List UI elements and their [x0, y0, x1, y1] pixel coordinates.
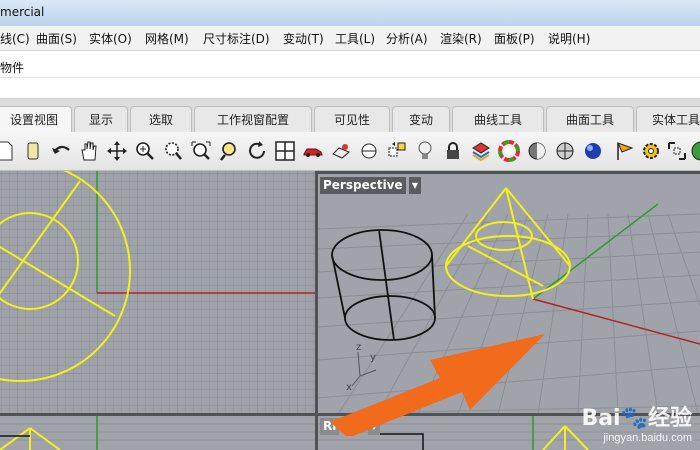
- command-input[interactable]: [0, 77, 700, 96]
- menu-render[interactable]: 渲染(R): [440, 30, 482, 47]
- tab-label: 曲面工具: [565, 113, 614, 127]
- menu-analyze[interactable]: 分析(A): [386, 30, 428, 47]
- menu-mesh[interactable]: 网格(M): [145, 30, 189, 47]
- tab-label: 可见性: [333, 113, 370, 127]
- rotate-icon[interactable]: [246, 140, 268, 162]
- tab-surface-tools[interactable]: 曲面工具: [546, 106, 634, 133]
- undo-icon[interactable]: [50, 140, 72, 162]
- tab-set-view[interactable]: 设置视图: [0, 106, 72, 133]
- pan-hand-icon[interactable]: [78, 140, 100, 162]
- window-title: mercial: [0, 5, 45, 19]
- tab-label: 工作视窗配置: [216, 113, 289, 127]
- command-area: 物件: [0, 51, 700, 99]
- grid-snap-icon[interactable]: [666, 140, 688, 162]
- top-viewport-canvas: [0, 171, 315, 413]
- viewport-area: z y x Perspective ▼ Ri ▼ Bai🐾经验 jin: [0, 171, 700, 450]
- viewport-target-icon[interactable]: [358, 140, 380, 162]
- tab-visibility[interactable]: 可见性: [314, 106, 390, 133]
- settings-gear-icon[interactable]: [640, 140, 662, 162]
- shaded-display-icon[interactable]: [526, 140, 548, 162]
- menu-help[interactable]: 说明(H): [548, 30, 590, 47]
- title-bar: mercial: [0, 0, 700, 27]
- menu-panels[interactable]: 面板(P): [494, 30, 535, 47]
- tab-label: 曲线工具: [473, 113, 522, 127]
- open-icon[interactable]: [22, 140, 44, 162]
- front-viewport[interactable]: [0, 416, 315, 450]
- tab-select[interactable]: 选取: [130, 106, 192, 133]
- zoom-dynamic-icon[interactable]: [162, 140, 184, 162]
- tab-solid-tools[interactable]: 实体工具: [636, 106, 700, 133]
- flag-icon[interactable]: [614, 140, 636, 162]
- tab-curve-tools[interactable]: 曲线工具: [452, 106, 544, 133]
- front-viewport-canvas: [0, 416, 315, 450]
- menu-dimension[interactable]: 尺寸标注(D): [203, 30, 270, 47]
- car-icon[interactable]: [302, 140, 324, 162]
- tab-label: 变动: [408, 113, 433, 127]
- render-sphere-icon[interactable]: [582, 140, 604, 162]
- annotation-arrow: [330, 334, 545, 436]
- color-wheel-icon[interactable]: [498, 140, 520, 162]
- set-cplane-icon[interactable]: [386, 140, 408, 162]
- lock-icon[interactable]: [442, 140, 464, 162]
- perspective-viewport-title[interactable]: Perspective: [320, 177, 406, 194]
- watermark-url: jingyan.baidu.com: [603, 432, 692, 444]
- rendered-display-icon[interactable]: [554, 140, 576, 162]
- zoom-icon[interactable]: [134, 140, 156, 162]
- watermark-brand: Bai🐾经验: [581, 406, 692, 431]
- top-viewport[interactable]: [0, 171, 315, 413]
- rotate-view-icon[interactable]: [106, 140, 128, 162]
- tab-display[interactable]: 显示: [74, 106, 128, 133]
- zoom-extents-icon[interactable]: [190, 140, 212, 162]
- menu-transform[interactable]: 变动(T): [283, 30, 324, 47]
- named-views-icon[interactable]: [330, 140, 352, 162]
- chevron-down-icon[interactable]: ▼: [409, 177, 421, 194]
- menu-bar: 线(C) 曲面(S) 实体(O) 网格(M) 尺寸标注(D) 变动(T) 工具(…: [0, 26, 700, 51]
- zoom-selected-icon[interactable]: [218, 140, 240, 162]
- help-icon[interactable]: [690, 140, 700, 162]
- menu-tools[interactable]: 工具(L): [335, 30, 375, 47]
- tab-transform[interactable]: 变动: [392, 106, 450, 133]
- standard-toolbar: [0, 132, 700, 171]
- command-history: 物件: [0, 61, 25, 75]
- tab-label: 设置视图: [9, 113, 58, 127]
- four-views-icon[interactable]: [274, 140, 296, 162]
- tab-label: 选取: [148, 113, 173, 127]
- light-icon[interactable]: [414, 140, 436, 162]
- new-icon[interactable]: [0, 140, 16, 162]
- tab-viewport-layout[interactable]: 工作视窗配置: [194, 106, 312, 133]
- tab-label: 实体工具: [651, 113, 700, 127]
- layer-colors-icon[interactable]: [470, 140, 492, 162]
- menu-solid[interactable]: 实体(O): [89, 30, 132, 47]
- menu-curve[interactable]: 线(C): [0, 30, 30, 47]
- toolbar-tabs: 设置视图 显示 选取 工作视窗配置 可见性 变动 曲线工具 曲面工具 实体工具: [0, 98, 700, 133]
- tab-label: 显示: [88, 113, 113, 127]
- watermark: Bai🐾经验 jingyan.baidu.com: [581, 400, 692, 444]
- menu-surface[interactable]: 曲面(S): [36, 30, 77, 47]
